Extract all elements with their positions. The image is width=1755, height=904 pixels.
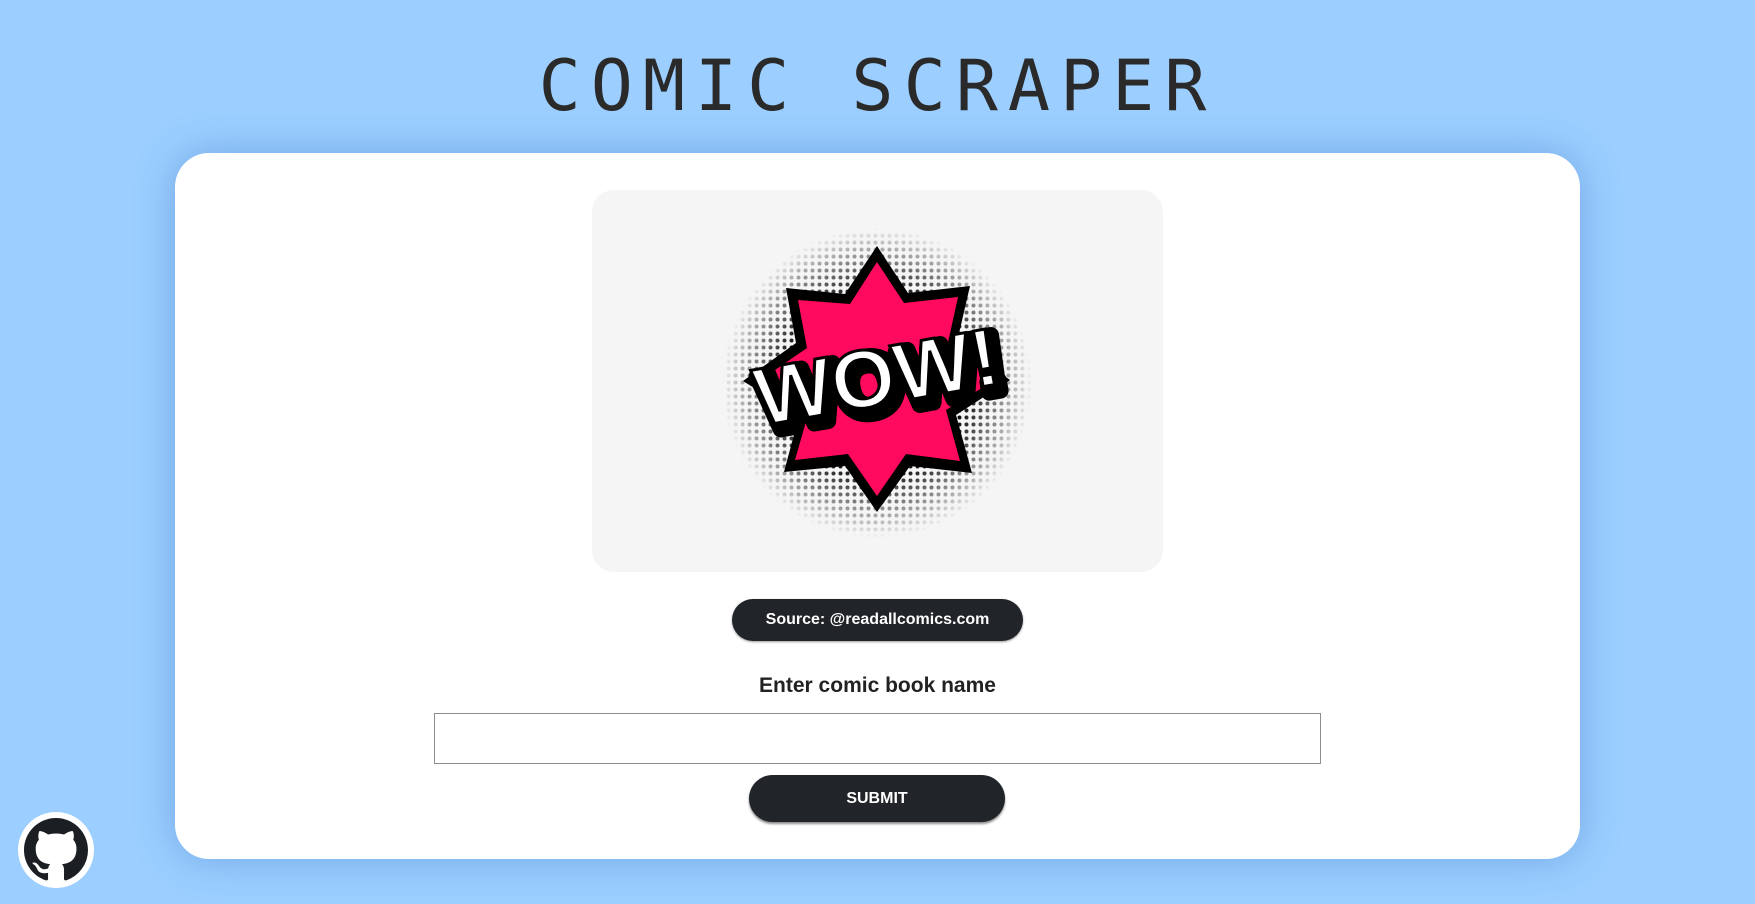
main-card: WOW! WOW! Source: @readallcomics.com Ent… — [175, 153, 1580, 859]
hero-image: WOW! WOW! — [592, 190, 1163, 572]
comic-name-input[interactable] — [434, 713, 1321, 764]
github-icon — [24, 818, 88, 881]
github-link[interactable] — [18, 812, 94, 888]
source-badge[interactable]: Source: @readallcomics.com — [732, 599, 1023, 641]
submit-button[interactable]: SUBMIT — [749, 775, 1005, 822]
comic-burst-image: WOW! WOW! — [722, 228, 1032, 538]
comic-name-label: Enter comic book name — [759, 674, 996, 697]
page-title: COMIC SCRAPER — [538, 45, 1217, 127]
